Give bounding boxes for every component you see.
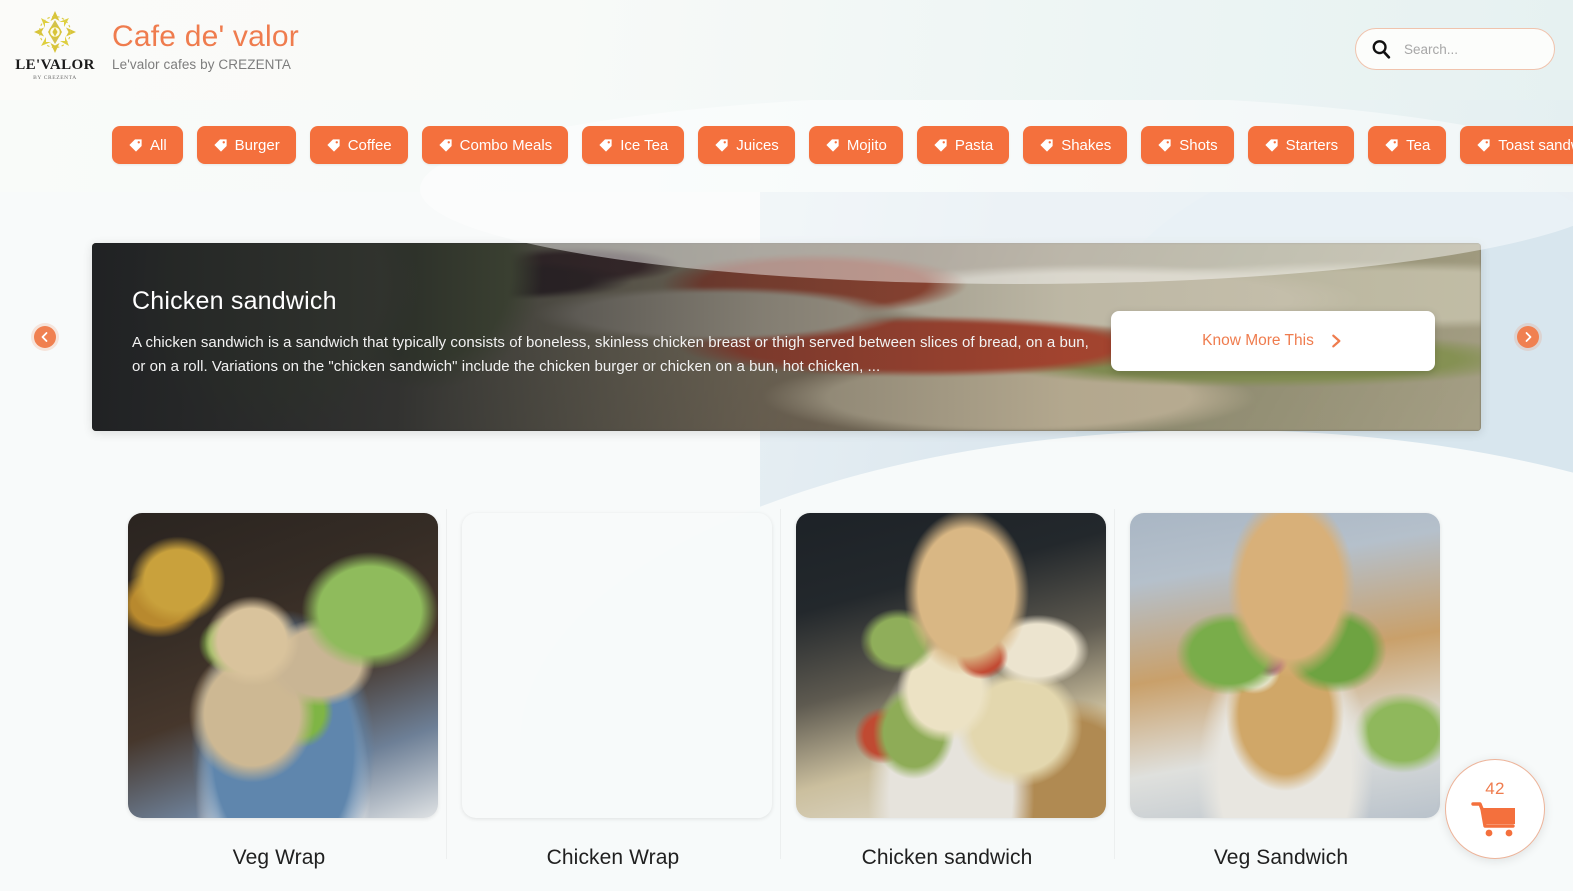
carousel-prev-button[interactable] [34, 326, 56, 348]
product-card[interactable]: Chicken sandwich [780, 495, 1114, 870]
category-pill-all[interactable]: All [112, 126, 183, 164]
product-card[interactable]: Veg Sandwich [1114, 495, 1448, 870]
tag-icon [129, 138, 142, 152]
logo-wordmark: LE'VALOR [15, 57, 95, 73]
app-header: LE'VALOR BY CREZENTA Cafe de' valor Le'v… [0, 0, 1573, 100]
brand-logo[interactable]: LE'VALOR BY CREZENTA [14, 8, 96, 81]
tag-icon [1040, 138, 1053, 152]
chevron-right-icon [1332, 334, 1341, 348]
tag-icon [439, 138, 452, 152]
app-page: LE'VALOR BY CREZENTA Cafe de' valor Le'v… [0, 0, 1573, 891]
category-pill-shots[interactable]: Shots [1141, 126, 1234, 164]
category-pill-burger[interactable]: Burger [196, 126, 296, 164]
banner-text-block: Chicken sandwich A chicken sandwich is a… [132, 287, 1092, 380]
category-pill-label: Juices [736, 136, 779, 154]
category-pill-label: Combo Meals [459, 136, 553, 154]
page-title: Cafe de' valor [112, 20, 299, 53]
tag-icon [327, 138, 340, 152]
category-pill-starters[interactable]: Starters [1247, 126, 1355, 164]
shopping-cart-icon [1471, 801, 1515, 836]
product-image[interactable] [1130, 513, 1440, 818]
product-photo [1130, 513, 1440, 818]
logo-subtitle: BY CREZENTA [33, 75, 77, 81]
cart-button[interactable]: 42 [1445, 759, 1545, 859]
category-pill-label: Coffee [347, 136, 392, 154]
brand-block: Cafe de' valor Le'valor cafes by CREZENT… [112, 20, 299, 72]
category-pill-toast-sandwich[interactable]: Toast sandwich [1460, 126, 1573, 164]
product-photo [128, 513, 438, 818]
category-pill-label: Pasta [954, 136, 994, 154]
category-pill-label: Starters [1285, 136, 1339, 154]
product-title: Chicken sandwich [861, 846, 1033, 869]
mandala-logo-icon [34, 11, 76, 53]
tag-icon [214, 138, 227, 152]
category-pill-label: Shakes [1061, 136, 1112, 154]
product-title: Veg Wrap [232, 846, 326, 869]
category-pill-juices[interactable]: Juices [698, 126, 795, 164]
search-bar[interactable] [1355, 28, 1573, 70]
cart-count-badge: 42 [1485, 778, 1505, 798]
category-pill-shakes[interactable]: Shakes [1023, 126, 1128, 164]
tag-icon [1158, 138, 1171, 152]
know-more-label: Know More This [1202, 332, 1314, 349]
chevron-left-circle-icon [41, 332, 48, 342]
chevron-right-circle-icon [1525, 332, 1532, 342]
category-pill-tea[interactable]: Tea [1368, 126, 1447, 164]
banner-description: A chicken sandwich is a sandwich that ty… [132, 334, 1089, 376]
product-grid: Veg Wrap Chicken Wrap Chicken sandwich Veg … [0, 495, 1573, 870]
category-pill-label: Burger [234, 136, 280, 154]
tag-icon [1385, 138, 1398, 152]
know-more-button[interactable]: Know More This [1111, 311, 1435, 371]
category-nav: All Burger Coffee Combo Meals Ice Tea Juices M… [0, 94, 1573, 284]
category-pill-label: Mojito [846, 136, 887, 154]
search-input[interactable] [1392, 41, 1573, 57]
product-title: Veg Sandwich [1213, 846, 1349, 869]
product-card[interactable]: Veg Wrap [112, 495, 446, 870]
tag-icon [599, 138, 612, 152]
category-pill-coffee[interactable]: Coffee [309, 126, 408, 164]
product-card[interactable]: Chicken Wrap [446, 495, 780, 870]
search-icon [1372, 40, 1391, 59]
category-pill-label: All [150, 136, 167, 154]
tag-icon [1477, 138, 1490, 152]
category-pill-ice-tea[interactable]: Ice Tea [582, 126, 685, 164]
carousel-next-button[interactable] [1517, 326, 1539, 348]
category-pill-row: All Burger Coffee Combo Meals Ice Tea Juices M… [112, 126, 1573, 164]
product-image[interactable] [796, 513, 1106, 818]
product-photo [462, 513, 772, 818]
category-pill-label: Toast sandwich [1498, 136, 1573, 154]
tag-icon [934, 138, 947, 152]
tag-icon [826, 138, 839, 152]
category-pill-combo-meals[interactable]: Combo Meals [421, 126, 569, 164]
product-image[interactable] [462, 513, 772, 818]
page-subtitle: Le'valor cafes by CREZENTA [112, 56, 291, 72]
category-pill-mojito[interactable]: Mojito [808, 126, 903, 164]
tag-icon [715, 138, 728, 152]
category-pill-label: Tea [1406, 136, 1431, 154]
category-pill-label: Ice Tea [620, 136, 669, 154]
category-pill-pasta[interactable]: Pasta [916, 126, 1010, 164]
category-pill-label: Shots [1179, 136, 1218, 154]
tag-icon [1264, 138, 1278, 152]
product-image[interactable] [128, 513, 438, 818]
product-photo [796, 513, 1106, 818]
nav-curve-decoration [420, 94, 1573, 284]
banner-title: Chicken sandwich [132, 287, 337, 315]
product-title: Chicken Wrap [546, 846, 680, 869]
